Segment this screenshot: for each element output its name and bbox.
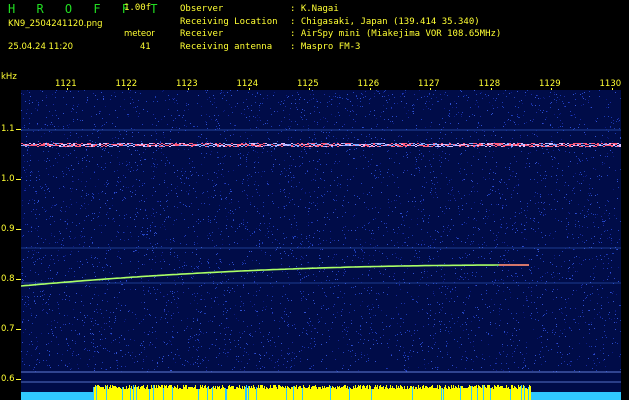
carrier-signal	[21, 143, 621, 147]
spectrogram-canvas	[21, 90, 621, 400]
metadata-value: Chigasaki, Japan (139.414 35.340)	[300, 16, 480, 27]
metadata-key: Receiving antenna	[180, 41, 273, 52]
meteor-count: 41	[140, 42, 151, 52]
y-tick-label: 0.7	[1, 324, 15, 334]
metadata-row: Receiver: AirSpy mini (Miakejima VOR 108…	[180, 29, 502, 39]
y-tick-label: 0.6	[1, 374, 15, 384]
date-time: 25.04.24 11:20	[8, 42, 74, 52]
power-bars	[93, 385, 531, 400]
x-tick-label: 1130	[599, 79, 622, 89]
x-axis	[21, 74, 629, 90]
metadata-value: K.Nagai	[300, 4, 339, 14]
app-version: 1.00f	[124, 3, 152, 13]
file-name: KN9_2504241120.png	[8, 19, 103, 29]
metadata-value: AirSpy mini (Miakejima VOR 108.65MHz)	[300, 29, 502, 39]
y-axis-unit: kHz	[1, 72, 17, 82]
x-tick-label: 1124	[236, 79, 259, 89]
y-tick-label: 1.0	[1, 174, 15, 184]
x-tick-label: 1129	[539, 79, 561, 89]
metadata-row: Observer: K.Nagai	[180, 4, 339, 14]
y-tick-label: 0.8	[1, 274, 15, 284]
x-tick-label: 1127	[418, 79, 440, 89]
metadata-row: Receiving Location: Chigasaki, Japan (13…	[180, 16, 480, 27]
meteor-label: meteor	[124, 29, 155, 39]
y-tick-label: 1.1	[1, 124, 15, 134]
spectrogram-plot	[21, 90, 621, 400]
metadata-key: Receiving Location	[180, 16, 278, 27]
noise-field	[21, 90, 621, 372]
header-panel: H R O F F T 1.00f KN9_2504241120.png met…	[0, 0, 629, 74]
metadata-key: Receiver	[180, 29, 224, 39]
x-tick-label: 1125	[297, 79, 319, 89]
y-axis	[0, 74, 21, 400]
metadata-value: Maspro FM-3	[300, 41, 361, 52]
x-tick-label: 1122	[115, 79, 138, 89]
station-metadata: Observer: K.Nagai Receiving Location: Ch…	[180, 3, 501, 53]
x-tick-label: 1123	[176, 79, 198, 89]
y-tick-label: 0.9	[1, 224, 15, 234]
x-tick-label: 1128	[478, 79, 501, 89]
metadata-row: Receiving antenna: Maspro FM-3	[180, 41, 361, 52]
x-tick-label: 1121	[55, 79, 77, 89]
x-tick-label: 1126	[357, 79, 380, 89]
metadata-key: Observer	[180, 4, 224, 14]
